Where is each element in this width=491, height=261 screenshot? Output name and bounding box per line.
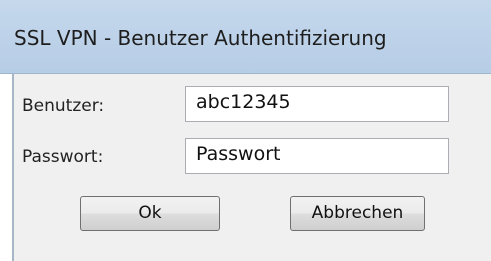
- login-dialog: SSL VPN - Benutzer Authentifizierung Ben…: [0, 0, 491, 261]
- password-label: Passwort:: [22, 147, 104, 167]
- title-bar[interactable]: SSL VPN - Benutzer Authentifizierung: [0, 0, 491, 74]
- user-input[interactable]: abc12345: [185, 86, 449, 122]
- password-input[interactable]: Passwort: [185, 138, 449, 174]
- cancel-button[interactable]: Abbrechen: [290, 196, 425, 231]
- window-title: SSL VPN - Benutzer Authentifizierung: [14, 26, 387, 50]
- ok-button[interactable]: Ok: [80, 196, 220, 231]
- user-label: Benutzer:: [22, 96, 105, 116]
